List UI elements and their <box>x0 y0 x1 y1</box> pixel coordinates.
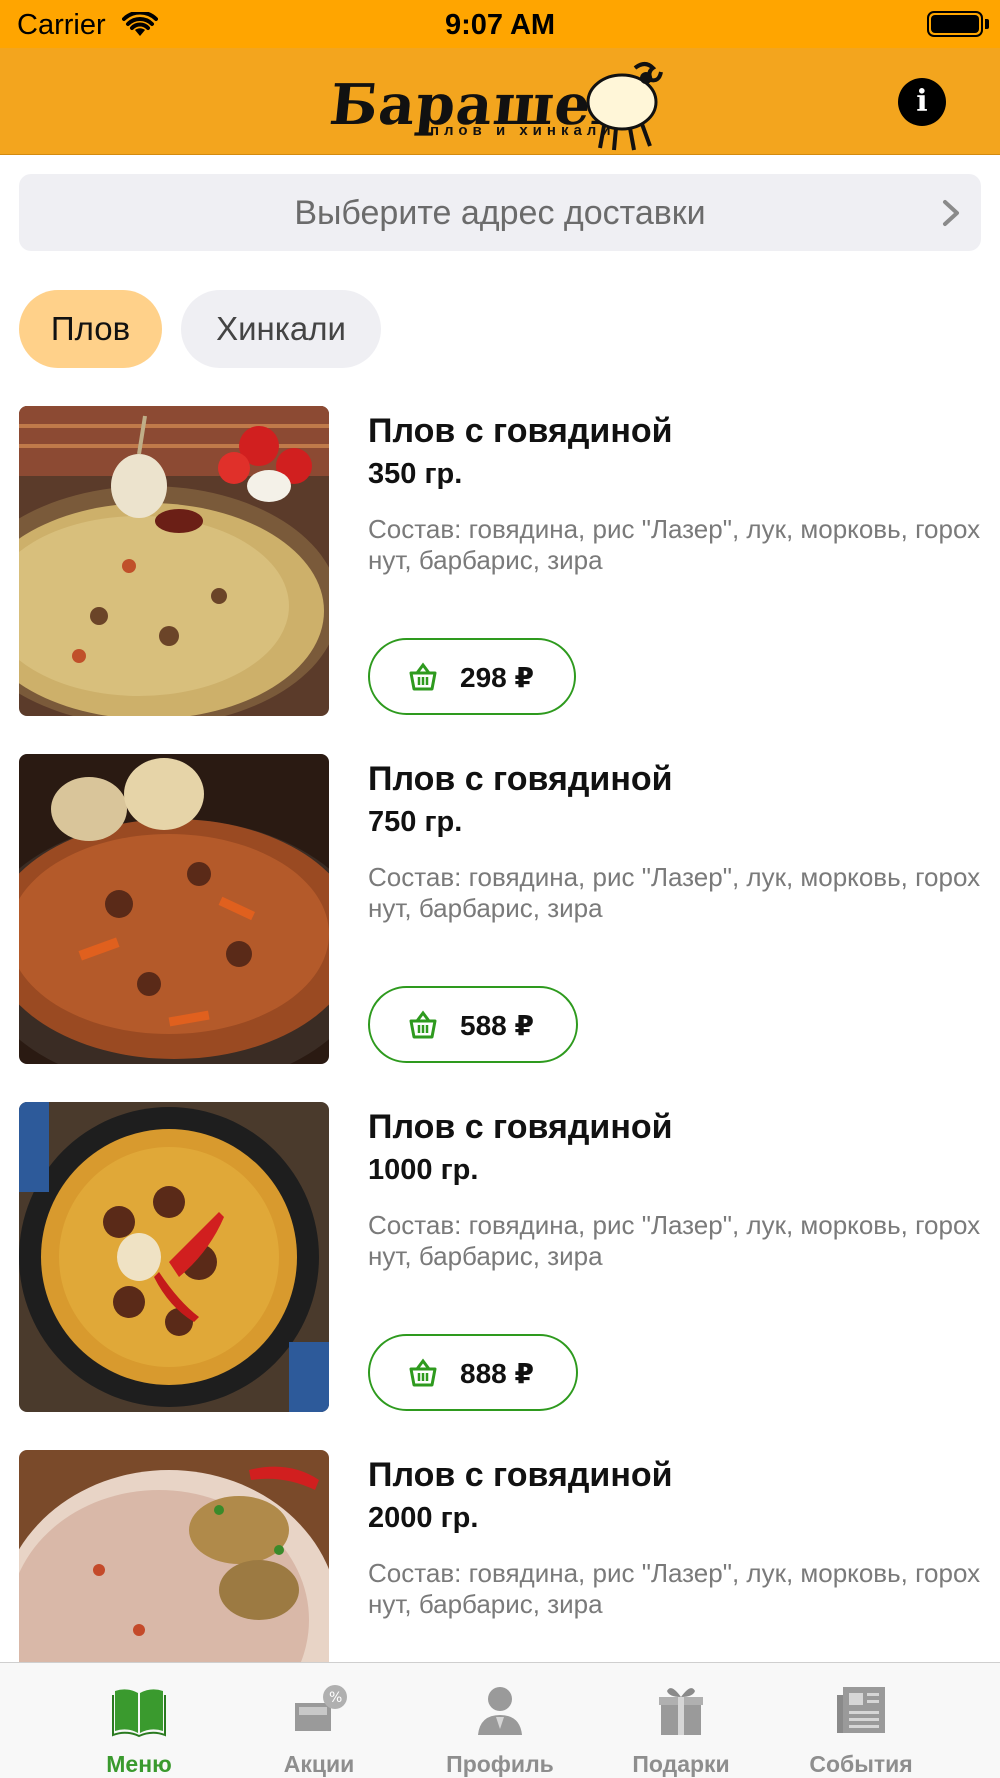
tab-events[interactable]: События <box>770 1663 952 1778</box>
dish-photo <box>19 754 329 1064</box>
tab-label: Меню <box>106 1751 172 1777</box>
price-label: 298 ₽ <box>460 662 534 693</box>
news-icon <box>837 1687 885 1733</box>
price-label: 888 ₽ <box>460 1358 534 1389</box>
category-chip-khinkali[interactable]: Хинкали <box>181 290 381 368</box>
list-item[interactable]: Плов с говядиной 2000 гр. Состав: говяди… <box>0 1450 1000 1662</box>
tab-label: События <box>809 1751 913 1777</box>
dish-weight: 1000 гр. <box>368 1154 479 1186</box>
dish-title: Плов с говядиной <box>368 1108 673 1146</box>
delivery-address-button[interactable]: Выберите адрес доставки <box>19 174 981 251</box>
basket-icon <box>409 1358 437 1387</box>
discount-icon: % <box>295 1685 347 1731</box>
list-item[interactable]: Плов с говядиной 750 гр. Состав: говядин… <box>0 754 1000 1064</box>
app-header: Барашек плов и хинкали i <box>0 48 1000 155</box>
tab-promotions[interactable]: % Акции <box>228 1663 410 1778</box>
book-icon <box>112 1689 166 1738</box>
add-to-cart-button[interactable]: 888 ₽ <box>368 1334 578 1411</box>
basket-icon <box>409 662 437 691</box>
dish-description: Состав: говядина, рис "Лазер", лук, морк… <box>368 514 981 575</box>
basket-icon <box>409 1010 437 1039</box>
tab-bar: Меню % Акции Профиль Подарки События <box>0 1662 1000 1778</box>
gift-icon <box>659 1688 703 1735</box>
tab-label: Профиль <box>446 1751 554 1777</box>
category-chip-plov[interactable]: Плов <box>19 290 162 368</box>
tab-label: Акции <box>283 1751 355 1777</box>
add-to-cart-button[interactable]: 588 ₽ <box>368 986 578 1063</box>
dish-weight: 2000 гр. <box>368 1502 479 1534</box>
brand-logo: Барашек плов и хинкали <box>327 56 670 152</box>
tab-menu[interactable]: Меню <box>48 1663 230 1778</box>
address-placeholder: Выберите адрес доставки <box>294 194 706 232</box>
sheep-icon <box>586 62 663 151</box>
dish-photo <box>19 1102 329 1412</box>
price-label: 588 ₽ <box>460 1010 534 1041</box>
dish-title: Плов с говядиной <box>368 760 673 798</box>
list-item[interactable]: Плов с говядиной 1000 гр. Состав: говяди… <box>0 1102 1000 1412</box>
tab-gifts[interactable]: Подарки <box>590 1663 772 1778</box>
chevron-right-icon <box>943 200 959 226</box>
dish-description: Состав: говядина, рис "Лазер", лук, морк… <box>368 862 981 923</box>
battery-icon <box>927 11 983 37</box>
dish-description: Состав: говядина, рис "Лазер", лук, морк… <box>368 1210 981 1271</box>
dish-title: Плов с говядиной <box>368 412 673 450</box>
status-bar: Carrier 9:07 AM <box>0 0 1000 48</box>
tab-label: Подарки <box>632 1751 730 1777</box>
dish-photo <box>19 406 329 716</box>
dish-weight: 350 гр. <box>368 458 463 490</box>
person-icon <box>478 1687 522 1735</box>
tab-profile[interactable]: Профиль <box>409 1663 591 1778</box>
info-icon: i <box>916 84 928 119</box>
list-item[interactable]: Плов с говядиной 350 гр. Состав: говядин… <box>0 406 1000 716</box>
dish-photo <box>19 1450 329 1662</box>
info-button[interactable]: i <box>898 78 946 126</box>
dish-title: Плов с говядиной <box>368 1456 673 1494</box>
dish-description: Состав: говядина, рис "Лазер", лук, морк… <box>368 1558 981 1619</box>
svg-text:%: % <box>329 1690 342 1706</box>
dish-weight: 750 гр. <box>368 806 463 838</box>
add-to-cart-button[interactable]: 298 ₽ <box>368 638 576 715</box>
status-time: 9:07 AM <box>444 9 556 41</box>
